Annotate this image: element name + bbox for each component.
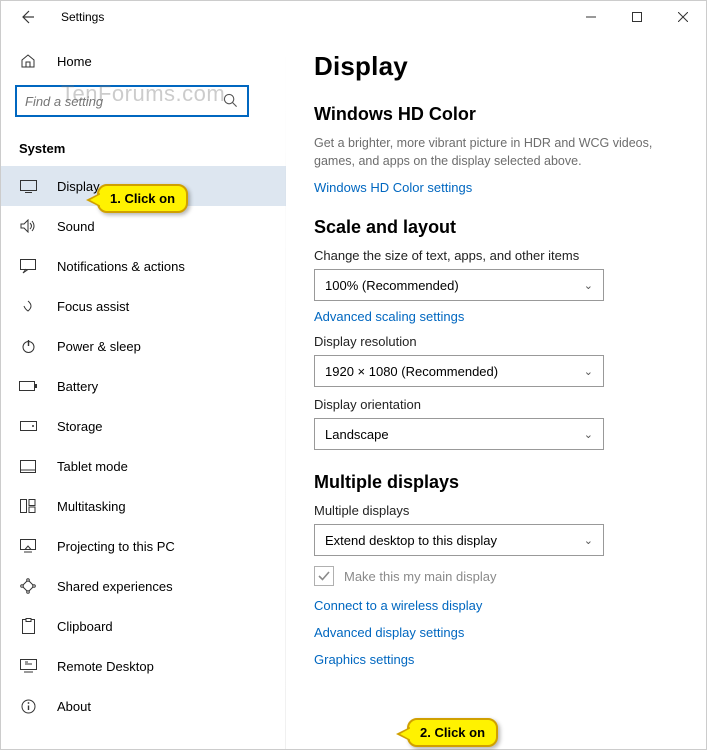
window-title: Settings: [61, 10, 104, 24]
multi-displays-label: Multiple displays: [314, 503, 678, 518]
sidebar-item-label: Projecting to this PC: [57, 539, 175, 554]
multi-displays-dropdown[interactable]: Extend desktop to this display ⌄: [314, 524, 604, 556]
sidebar-item-storage[interactable]: Storage: [1, 406, 286, 446]
sidebar-item-battery[interactable]: Battery: [1, 366, 286, 406]
orientation-dropdown[interactable]: Landscape ⌄: [314, 418, 604, 450]
sidebar-item-focus-assist[interactable]: Focus assist: [1, 286, 286, 326]
shared-icon: [19, 577, 37, 595]
advanced-scaling-link[interactable]: Advanced scaling settings: [314, 309, 464, 324]
sidebar-item-multitasking[interactable]: Multitasking: [1, 486, 286, 526]
display-icon: [19, 177, 37, 195]
hd-color-desc: Get a brighter, more vibrant picture in …: [314, 135, 678, 170]
resolution-value: 1920 × 1080 (Recommended): [325, 364, 498, 379]
sidebar-item-label: Shared experiences: [57, 579, 173, 594]
sidebar-home-label: Home: [57, 54, 92, 69]
sidebar-section-label: System: [1, 131, 286, 166]
sidebar-item-clipboard[interactable]: Clipboard: [1, 606, 286, 646]
sidebar-item-label: Multitasking: [57, 499, 126, 514]
battery-icon: [19, 377, 37, 395]
resolution-dropdown[interactable]: 1920 × 1080 (Recommended) ⌄: [314, 355, 604, 387]
sidebar: Home System Display Sound Notifications …: [1, 33, 286, 749]
hd-color-settings-link[interactable]: Windows HD Color settings: [314, 180, 472, 195]
sidebar-item-label: Power & sleep: [57, 339, 141, 354]
sidebar-item-projecting[interactable]: Projecting to this PC: [1, 526, 286, 566]
sidebar-item-tablet-mode[interactable]: Tablet mode: [1, 446, 286, 486]
sidebar-item-about[interactable]: About: [1, 686, 286, 726]
maximize-button[interactable]: [614, 1, 660, 33]
sidebar-item-shared-experiences[interactable]: Shared experiences: [1, 566, 286, 606]
section-hd-color-title: Windows HD Color: [314, 104, 678, 125]
search-icon: [223, 93, 239, 109]
callout-1: 1. Click on: [97, 184, 188, 213]
multitasking-icon: [19, 497, 37, 515]
sidebar-item-label: Storage: [57, 419, 103, 434]
storage-icon: [19, 417, 37, 435]
main-display-checkbox-row: Make this my main display: [314, 566, 678, 586]
sidebar-item-remote-desktop[interactable]: Remote Desktop: [1, 646, 286, 686]
search-input[interactable]: [25, 94, 223, 109]
multi-displays-value: Extend desktop to this display: [325, 533, 497, 548]
sidebar-item-label: Focus assist: [57, 299, 129, 314]
orientation-value: Landscape: [325, 427, 389, 442]
power-icon: [19, 337, 37, 355]
sidebar-item-label: About: [57, 699, 91, 714]
graphics-settings-link[interactable]: Graphics settings: [314, 652, 678, 667]
resolution-label: Display resolution: [314, 334, 678, 349]
scale-size-dropdown[interactable]: 100% (Recommended) ⌄: [314, 269, 604, 301]
sidebar-item-label: Display: [57, 179, 100, 194]
chevron-down-icon: ⌄: [584, 534, 593, 547]
sidebar-item-label: Tablet mode: [57, 459, 128, 474]
page-title: Display: [314, 51, 678, 82]
clipboard-icon: [19, 617, 37, 635]
titlebar: Settings: [1, 1, 706, 33]
home-icon: [19, 52, 37, 70]
content-pane: Display Windows HD Color Get a brighter,…: [286, 33, 706, 749]
projecting-icon: [19, 537, 37, 555]
sidebar-home[interactable]: Home: [1, 41, 286, 81]
section-scale-title: Scale and layout: [314, 217, 678, 238]
back-button[interactable]: [9, 1, 45, 33]
sidebar-item-label: Clipboard: [57, 619, 113, 634]
scale-size-value: 100% (Recommended): [325, 278, 459, 293]
scale-size-label: Change the size of text, apps, and other…: [314, 248, 678, 263]
focus-assist-icon: [19, 297, 37, 315]
chevron-down-icon: ⌄: [584, 279, 593, 292]
sidebar-item-label: Sound: [57, 219, 95, 234]
notifications-icon: [19, 257, 37, 275]
sidebar-item-label: Remote Desktop: [57, 659, 154, 674]
minimize-button[interactable]: [568, 1, 614, 33]
remote-desktop-icon: [19, 657, 37, 675]
about-icon: [19, 697, 37, 715]
sidebar-item-notifications[interactable]: Notifications & actions: [1, 246, 286, 286]
section-multi-title: Multiple displays: [314, 472, 678, 493]
search-box[interactable]: [15, 85, 249, 117]
sidebar-item-label: Notifications & actions: [57, 259, 185, 274]
close-button[interactable]: [660, 1, 706, 33]
chevron-down-icon: ⌄: [584, 365, 593, 378]
advanced-display-settings-link[interactable]: Advanced display settings: [314, 625, 678, 640]
connect-wireless-display-link[interactable]: Connect to a wireless display: [314, 598, 678, 613]
sidebar-item-label: Battery: [57, 379, 98, 394]
callout-2: 2. Click on: [407, 718, 498, 747]
chevron-down-icon: ⌄: [584, 428, 593, 441]
orientation-label: Display orientation: [314, 397, 678, 412]
sound-icon: [19, 217, 37, 235]
tablet-icon: [19, 457, 37, 475]
main-display-checkbox: [314, 566, 334, 586]
sidebar-item-power-sleep[interactable]: Power & sleep: [1, 326, 286, 366]
main-display-label: Make this my main display: [344, 569, 496, 584]
